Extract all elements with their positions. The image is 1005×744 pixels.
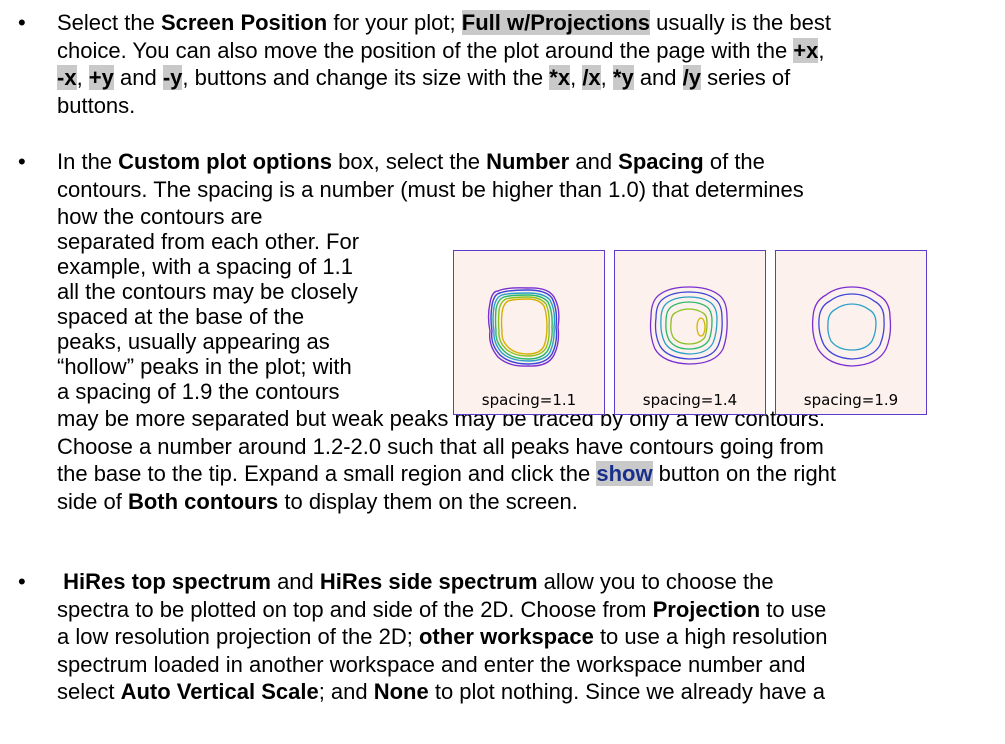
text: to use: [760, 596, 827, 622]
bullet-marker: •: [18, 149, 26, 174]
text: how the contours are: [57, 204, 263, 229]
paragraph-hires-spectrum: HiRes top spectrum and HiRes side spectr…: [57, 568, 827, 706]
figure-caption: spacing=1.1: [481, 391, 577, 409]
button-plus-y: +y: [88, 65, 114, 90]
text: ,: [600, 65, 613, 90]
text: series of: [701, 65, 791, 90]
button-div-y: /y: [682, 65, 701, 90]
term-spacing: Spacing: [618, 149, 704, 174]
text: choice. You can also move the position o…: [57, 37, 794, 63]
figure-caption: spacing=1.9: [803, 391, 899, 409]
text: ,: [570, 65, 583, 90]
text: a low resolution projection of the 2D;: [57, 624, 419, 649]
text: the base to the tip. Expand a small regi…: [57, 461, 597, 486]
text: buttons.: [57, 92, 136, 118]
button-minus-y: -y: [162, 65, 183, 90]
figure-caption: spacing=1.4: [642, 391, 738, 409]
text: of the: [703, 149, 765, 174]
term-screen-position: Screen Position: [160, 10, 328, 35]
contour-figure-2: spacing=1.4: [614, 250, 766, 415]
text: ,: [76, 65, 89, 90]
button-times-x: *x: [549, 65, 571, 90]
term-number: Number: [486, 149, 570, 174]
text: contours. The spacing is a number (must …: [57, 176, 804, 202]
text: allow you to choose the: [537, 569, 774, 594]
term-custom-plot-options: Custom plot options: [118, 149, 333, 174]
button-times-y: *y: [612, 65, 634, 90]
contour-figure-1: spacing=1.1: [453, 250, 605, 415]
text: usually is the best: [650, 10, 831, 35]
text: side of: [57, 488, 128, 514]
term-both-contours: Both contours: [127, 488, 279, 514]
text: spectra to be plotted on top and side of…: [57, 596, 653, 622]
term-projection: Projection: [652, 596, 761, 622]
button-plus-x: +x: [793, 37, 819, 63]
text: ; and: [318, 679, 374, 704]
text: to use a high resolution: [593, 624, 828, 649]
text: and: [113, 65, 163, 90]
contour-figure-3: spacing=1.9: [775, 250, 927, 415]
text: and: [633, 65, 683, 90]
text: and: [569, 149, 619, 174]
option-full-w-projections: Full w/Projections: [461, 10, 650, 35]
button-show: show: [596, 461, 653, 486]
text: box, select the: [332, 149, 487, 174]
button-div-x: /x: [582, 65, 601, 90]
term-none: None: [373, 679, 429, 704]
term-auto-vertical-scale: Auto Vertical Scale: [120, 679, 319, 704]
text: select: [57, 679, 121, 704]
button-minus-x: -x: [57, 65, 77, 90]
text: , buttons and change its size with the: [182, 65, 550, 90]
bullet-marker: •: [18, 569, 26, 594]
text: button on the right: [652, 461, 837, 486]
text: to display them on the screen.: [278, 488, 578, 514]
term-hires-top-spectrum: HiRes top spectrum: [63, 569, 271, 594]
paragraph-screen-position: Select the Screen Position for your plot…: [57, 9, 831, 119]
text: to plot nothing. Since we already have a: [428, 679, 825, 704]
text: Select the: [57, 10, 161, 35]
text: Choose a number around 1.2-2.0 such that…: [57, 433, 824, 459]
term-hires-side-spectrum: HiRes side spectrum: [319, 569, 538, 594]
text: In the: [57, 149, 119, 174]
text: ,: [818, 37, 825, 63]
text: for your plot;: [327, 10, 462, 35]
term-other-workspace: other workspace: [418, 624, 594, 649]
bullet-marker: •: [18, 10, 26, 35]
text: spectrum loaded in another workspace and…: [57, 651, 806, 677]
text: and: [270, 569, 320, 594]
